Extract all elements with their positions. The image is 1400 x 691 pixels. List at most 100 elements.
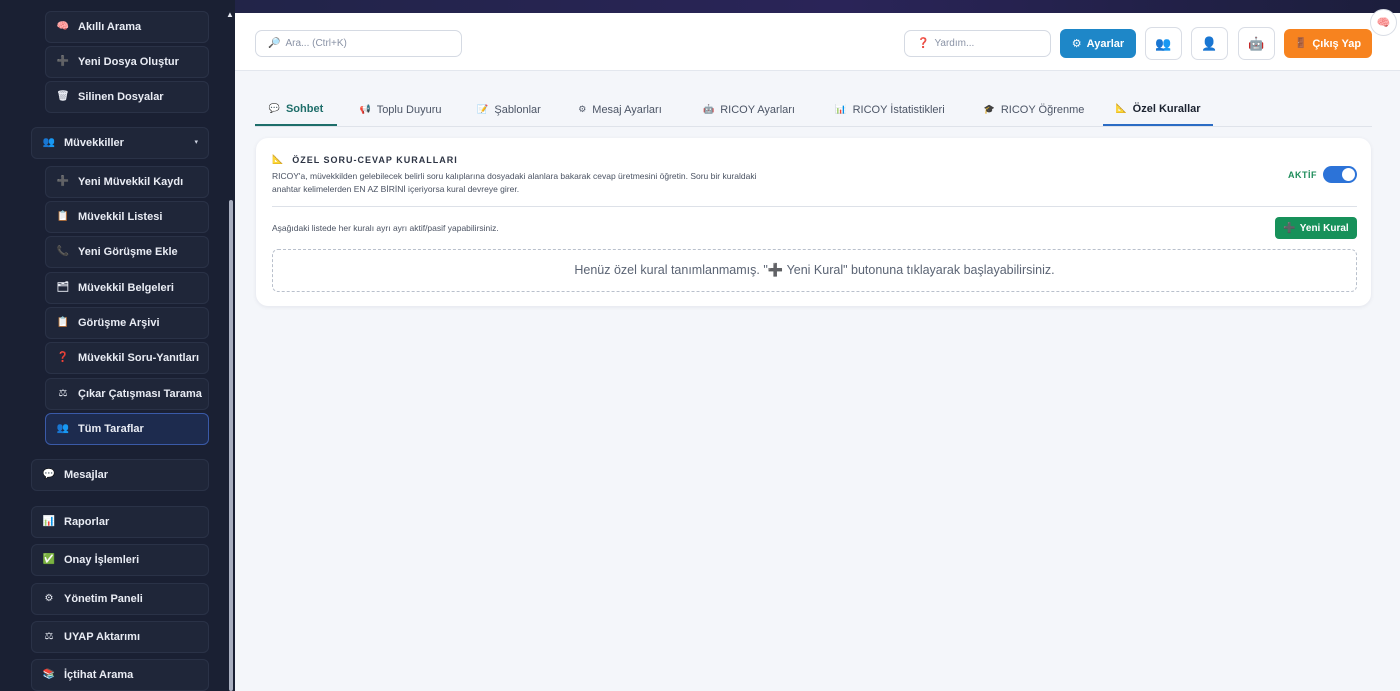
tab-label: Sohbet xyxy=(285,102,324,115)
sidebar-item-reports[interactable]: 📊 Raporlar xyxy=(31,506,209,538)
sidebar-item-label: Müvekkiller xyxy=(64,137,124,149)
speech-bubble-icon: 💬 xyxy=(42,469,56,480)
search-icon: 🔎 xyxy=(268,38,281,49)
people-icon: 👥 xyxy=(42,137,56,148)
help-search-input[interactable]: ❓ Yardım... xyxy=(904,30,1051,57)
logout-button[interactable]: 🚪 Çıkış Yap xyxy=(1284,29,1372,58)
sidebar-item-label: Raporlar xyxy=(64,516,110,528)
search-placeholder: Ara... (Ctrl+K) xyxy=(285,38,347,49)
sidebar-item-label: Yeni Dosya Oluştur xyxy=(78,56,179,68)
megaphone-icon: 📢 xyxy=(359,104,371,114)
clipboard-icon: 📋 xyxy=(56,211,70,222)
group-icon: 👥 xyxy=(56,423,70,434)
logout-label: Çıkış Yap xyxy=(1312,37,1362,50)
triangle-ruler-icon: 📐 xyxy=(1115,103,1127,113)
tab-label: Mesaj Ayarları xyxy=(592,103,662,116)
sidebar-item-label: Çıkar Çatışması Tarama xyxy=(78,388,202,400)
status-badge: AKTİF xyxy=(1288,170,1317,180)
sidebar-item-meeting-archive[interactable]: 📋 Görüşme Arşivi xyxy=(45,307,209,339)
speech-bubble-icon: 💬 xyxy=(268,103,280,113)
sidebar-item-conflict-scan[interactable]: ⚖ Çıkar Çatışması Tarama xyxy=(45,378,209,410)
sidebar-item-label: UYAP Aktarımı xyxy=(64,631,141,643)
sidebar-item-client-documents[interactable]: 🗂 Müvekkil Belgeleri xyxy=(45,272,209,304)
teams-button[interactable]: 👥 xyxy=(1145,27,1182,60)
chevron-down-icon: ▾ xyxy=(194,139,198,146)
card-hint: Aşağıdaki listede her kuralı ayrı ayrı a… xyxy=(272,223,499,233)
search-input[interactable]: 🔎 Ara... (Ctrl+K) xyxy=(255,30,462,57)
plus-icon: ➕ xyxy=(56,56,70,67)
sidebar: 🧠 Akıllı Arama ➕ Yeni Dosya Oluştur 🗑 Si… xyxy=(0,0,235,691)
sidebar-item-messages[interactable]: 💬 Mesajlar xyxy=(31,459,209,491)
sidebar-item-label: Silinen Dosyalar xyxy=(78,91,164,103)
sidebar-item-all-parties[interactable]: 👥 Tüm Taraflar xyxy=(45,413,209,445)
sidebar-item-approvals[interactable]: ✅ Onay İşlemleri xyxy=(31,544,209,576)
sidebar-item-client-list[interactable]: 📋 Müvekkil Listesi xyxy=(45,201,209,233)
tab-ricoy-settings[interactable]: 🤖 RICOY Ayarları xyxy=(687,93,811,126)
profile-button[interactable]: 👤 xyxy=(1191,27,1228,60)
sidebar-item-uyap-transfer[interactable]: ⚖ UYAP Aktarımı xyxy=(31,621,209,653)
sidebar-item-deleted-files[interactable]: 🗑 Silinen Dosyalar xyxy=(45,81,209,113)
phone-icon: 📞 xyxy=(56,246,70,257)
corner-assistant-button[interactable]: 🧠 xyxy=(1370,9,1397,36)
add-rule-button[interactable]: ➕ Yeni Kural xyxy=(1275,217,1357,239)
sidebar-item-case-law-search[interactable]: 📚 İçtihat Arama xyxy=(31,659,209,691)
sidebar-item-label: Tüm Taraflar xyxy=(78,423,144,435)
sidebar-item-label: Müvekkil Listesi xyxy=(78,211,163,223)
sidebar-item-clients[interactable]: 👥 Müvekkiller ▾ xyxy=(31,127,209,159)
tab-chat[interactable]: 💬 Sohbet xyxy=(255,93,337,126)
sidebar-item-label: Mesajlar xyxy=(64,469,109,481)
settings-button[interactable]: ⚙ Ayarlar xyxy=(1060,29,1136,58)
tab-bulk-announcement[interactable]: 📢 Toplu Duyuru xyxy=(343,93,458,126)
tab-label: Özel Kurallar xyxy=(1132,102,1201,115)
sidebar-item-label: Müvekkil Belgeleri xyxy=(78,282,174,294)
tab-bar: 💬 Sohbet 📢 Toplu Duyuru 📝 Şablonlar ⚙ Me… xyxy=(255,93,1372,127)
scale-icon: ⚖ xyxy=(44,631,54,642)
gear-icon: ⚙ xyxy=(578,104,587,114)
tab-templates[interactable]: 📝 Şablonlar xyxy=(465,93,553,126)
sidebar-item-new-client[interactable]: ➕ Yeni Müvekkil Kaydı xyxy=(45,166,209,198)
plus-icon: ➕ xyxy=(56,176,70,187)
brain-icon: 🧠 xyxy=(1376,17,1391,29)
tab-custom-rules[interactable]: 📐 Özel Kurallar xyxy=(1103,93,1213,126)
gear-icon: ⚙ xyxy=(44,593,54,604)
main-content: 🔎 Ara... (Ctrl+K) ❓ Yardım... ⚙ Ayarlar … xyxy=(235,13,1400,691)
memo-icon: 📝 xyxy=(477,104,489,114)
scroll-up-arrow[interactable]: ▲ xyxy=(226,11,234,19)
assistant-button[interactable]: 🤖 xyxy=(1238,27,1275,60)
sidebar-item-label: Akıllı Arama xyxy=(78,21,142,33)
triangle-ruler-icon: 📐 xyxy=(272,154,285,164)
settings-label: Ayarlar xyxy=(1086,37,1125,50)
card-title-text: ÖZEL SORU-CEVAP KURALLARI xyxy=(292,154,458,165)
sidebar-item-label: Görüşme Arşivi xyxy=(78,317,160,329)
tab-ricoy-statistics[interactable]: 📊 RICOY İstatistikleri xyxy=(816,93,964,126)
tab-message-settings[interactable]: ⚙ Mesaj Ayarları xyxy=(560,93,680,126)
user-icon: 👤 xyxy=(1201,35,1218,51)
card-description: RICOY'a, müvekkilden gelebilecek belirli… xyxy=(272,171,757,194)
toggle-knob xyxy=(1342,168,1355,181)
sidebar-scrollbar[interactable] xyxy=(229,200,233,691)
sidebar-item-label: Yönetim Paneli xyxy=(64,593,143,605)
brain-icon: 🧠 xyxy=(56,21,70,32)
sidebar-item-smart-search[interactable]: 🧠 Akıllı Arama xyxy=(45,11,209,43)
active-toggle[interactable] xyxy=(1323,166,1357,183)
sidebar-item-new-meeting[interactable]: 📞 Yeni Görüşme Ekle xyxy=(45,236,209,268)
question-icon: ❓ xyxy=(56,352,70,363)
help-placeholder: Yardım... xyxy=(934,38,975,49)
tab-label: RICOY İstatistikleri xyxy=(852,103,945,116)
divider xyxy=(272,206,1357,207)
robot-icon: 🤖 xyxy=(702,104,715,114)
empty-state: Henüz özel kural tanımlanmamış. "➕ Yeni … xyxy=(272,249,1357,292)
sidebar-item-label: Müvekkil Soru-Yanıtları xyxy=(78,352,200,364)
sidebar-item-admin-panel[interactable]: ⚙ Yönetim Paneli xyxy=(31,583,209,615)
sidebar-item-client-qa[interactable]: ❓ Müvekkil Soru-Yanıtları xyxy=(45,342,209,374)
teams-icon: 👥 xyxy=(1155,35,1172,51)
folder-icon: 🗂 xyxy=(56,282,70,293)
custom-rules-card: 📐 ÖZEL SORU-CEVAP KURALLARI RICOY'a, müv… xyxy=(256,138,1371,306)
trash-icon: 🗑 xyxy=(56,91,70,102)
add-rule-label: Yeni Kural xyxy=(1299,222,1349,234)
check-icon: ✅ xyxy=(42,554,56,565)
tab-label: RICOY Öğrenme xyxy=(1000,103,1085,116)
sidebar-item-new-file[interactable]: ➕ Yeni Dosya Oluştur xyxy=(45,46,209,78)
door-icon: 🚪 xyxy=(1294,38,1308,49)
tab-ricoy-learning[interactable]: 🎓 RICOY Öğrenme xyxy=(969,93,1099,126)
